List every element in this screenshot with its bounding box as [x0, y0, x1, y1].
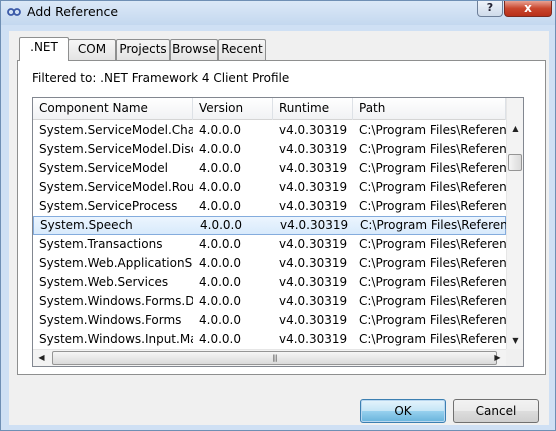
- cell-path: C:\Program Files\Referen...: [360, 218, 507, 232]
- list-item[interactable]: System.Speech 4.0.0.0 v4.0.30319 C:\Program…: [33, 216, 507, 235]
- cell-runtime: v4.0.30319: [279, 161, 348, 175]
- cell-path: C:\Program Files\Referen...: [359, 161, 506, 175]
- horizontal-scrollbar[interactable]: ◀ ||| ▶: [33, 349, 506, 366]
- cell-component-name: System.Speech: [40, 218, 133, 232]
- arrow-left-icon[interactable]: ◀: [33, 350, 50, 366]
- column-header-version[interactable]: Version: [193, 98, 273, 120]
- list-item[interactable]: System.ServiceModel 4.0.0.0 v4.0.30319 C:\P…: [33, 159, 506, 178]
- tab-recent[interactable]: Recent: [218, 39, 266, 60]
- list-item[interactable]: System.ServiceModel.Rout... 4.0.0.0 v4.0.3…: [33, 178, 506, 197]
- cell-runtime: v4.0.30319: [279, 256, 348, 270]
- cell-runtime: v4.0.30319: [279, 275, 348, 289]
- cell-component-name: System.ServiceProcess: [39, 199, 178, 213]
- column-header-component-name[interactable]: Component Name: [33, 98, 193, 120]
- horizontal-scroll-thumb[interactable]: |||: [52, 351, 497, 365]
- cell-component-name: System.ServiceModel: [39, 161, 168, 175]
- arrow-up-icon[interactable]: ▲: [507, 120, 523, 137]
- cell-path: C:\Program Files\Referen...: [359, 199, 506, 213]
- scroll-corner: [506, 349, 523, 366]
- cell-component-name: System.ServiceModel.Disc...: [39, 142, 193, 156]
- cell-version: 4.0.0.0: [199, 237, 241, 251]
- cell-path: C:\Program Files\Referen...: [359, 180, 506, 194]
- cell-version: 4.0.0.0: [200, 218, 242, 232]
- cell-component-name: System.Windows.Forms.D...: [39, 294, 193, 308]
- tab-dotnet[interactable]: .NET: [19, 37, 69, 61]
- list-item[interactable]: System.Web.Services 4.0.0.0 v4.0.30319 C:\P…: [33, 273, 506, 292]
- cell-version: 4.0.0.0: [199, 275, 241, 289]
- cell-runtime: v4.0.30319: [279, 313, 348, 327]
- list-item[interactable]: System.Windows.Forms 4.0.0.0 v4.0.30319 C:\…: [33, 311, 506, 330]
- list-header: Component Name Version Runtime Path: [33, 98, 506, 120]
- cell-version: 4.0.0.0: [199, 180, 241, 194]
- cell-path: C:\Program Files\Referen...: [359, 123, 506, 137]
- close-button[interactable]: x: [504, 1, 552, 17]
- cell-runtime: v4.0.30319: [279, 294, 348, 308]
- tab-panel: Filtered to: .NET Framework 4 Client Pro…: [17, 60, 546, 375]
- cell-version: 4.0.0.0: [199, 256, 241, 270]
- list-item[interactable]: System.ServiceProcess 4.0.0.0 v4.0.30319 C:…: [33, 197, 506, 216]
- cell-component-name: System.Web.Services: [39, 275, 169, 289]
- window-title: Add Reference: [27, 4, 119, 19]
- list-item[interactable]: System.Windows.Input.Ma... 4.0.0.0 v4.0.30…: [33, 330, 506, 349]
- tab-projects[interactable]: Projects: [116, 39, 170, 60]
- cell-path: C:\Program Files\Referen...: [359, 275, 506, 289]
- cell-path: C:\Program Files\Referen...: [359, 332, 506, 346]
- list-item[interactable]: System.Transactions 4.0.0.0 v4.0.30319 C:\P…: [33, 235, 506, 254]
- cell-path: C:\Program Files\Referen...: [359, 256, 506, 270]
- tab-browse[interactable]: Browse: [170, 39, 218, 60]
- list-item[interactable]: System.Web.ApplicationSe... 4.0.0.0 v4.0.3…: [33, 254, 506, 273]
- cell-version: 4.0.0.0: [199, 161, 241, 175]
- cell-runtime: v4.0.30319: [280, 218, 349, 232]
- cell-runtime: v4.0.30319: [279, 142, 348, 156]
- reference-icon: [7, 8, 21, 16]
- cell-path: C:\Program Files\Referen...: [359, 294, 506, 308]
- filter-label: Filtered to: .NET Framework 4 Client Pro…: [32, 71, 290, 85]
- column-header-runtime[interactable]: Runtime: [273, 98, 353, 120]
- cell-component-name: System.Windows.Input.Ma...: [39, 332, 193, 346]
- cell-path: C:\Program Files\Referen...: [359, 313, 506, 327]
- title-bar[interactable]: Add Reference ? x: [1, 1, 555, 25]
- tab-com[interactable]: COM: [68, 39, 116, 60]
- cell-version: 4.0.0.0: [199, 199, 241, 213]
- cell-runtime: v4.0.30319: [279, 180, 348, 194]
- cell-component-name: System.Web.ApplicationSe...: [39, 256, 193, 270]
- cell-component-name: System.Windows.Forms: [39, 313, 182, 327]
- cell-runtime: v4.0.30319: [279, 237, 348, 251]
- cell-version: 4.0.0.0: [199, 123, 241, 137]
- list-item[interactable]: System.Windows.Forms.D... 4.0.0.0 v4.0.303…: [33, 292, 506, 311]
- list-item[interactable]: System.ServiceModel.Cha... 4.0.0.0 v4.0.30…: [33, 121, 506, 140]
- cell-runtime: v4.0.30319: [279, 332, 348, 346]
- list-item[interactable]: System.ServiceModel.Disc... 4.0.0.0 v4.0.3…: [33, 140, 506, 159]
- cell-component-name: System.Transactions: [39, 237, 163, 251]
- cell-runtime: v4.0.30319: [279, 199, 348, 213]
- cancel-button[interactable]: Cancel: [453, 399, 539, 423]
- cell-path: C:\Program Files\Referen...: [359, 142, 506, 156]
- cell-version: 4.0.0.0: [199, 294, 241, 308]
- cell-component-name: System.ServiceModel.Rout...: [39, 180, 193, 194]
- arrow-right-icon[interactable]: ▶: [489, 350, 506, 366]
- add-reference-window: Add Reference ? x .NET COM Projects Brow…: [0, 0, 556, 431]
- cell-runtime: v4.0.30319: [279, 123, 348, 137]
- component-list[interactable]: Component Name Version Runtime Path Syst…: [32, 97, 524, 367]
- arrow-down-icon[interactable]: ▼: [507, 332, 523, 349]
- cell-version: 4.0.0.0: [199, 313, 241, 327]
- cell-version: 4.0.0.0: [199, 142, 241, 156]
- help-button[interactable]: ?: [477, 1, 503, 17]
- vertical-scrollbar[interactable]: ▲ ▼: [506, 98, 523, 349]
- cell-path: C:\Program Files\Referen...: [359, 237, 506, 251]
- dialog-body: .NET COM Projects Browse Recent Filtered…: [9, 31, 549, 425]
- vertical-scroll-thumb[interactable]: [508, 154, 522, 171]
- cell-component-name: System.ServiceModel.Cha...: [39, 123, 193, 137]
- list-rows: System.ServiceModel.Cha... 4.0.0.0 v4.0.30…: [33, 121, 507, 349]
- ok-button[interactable]: OK: [360, 399, 446, 423]
- cell-version: 4.0.0.0: [199, 332, 241, 346]
- column-header-path[interactable]: Path: [353, 98, 506, 120]
